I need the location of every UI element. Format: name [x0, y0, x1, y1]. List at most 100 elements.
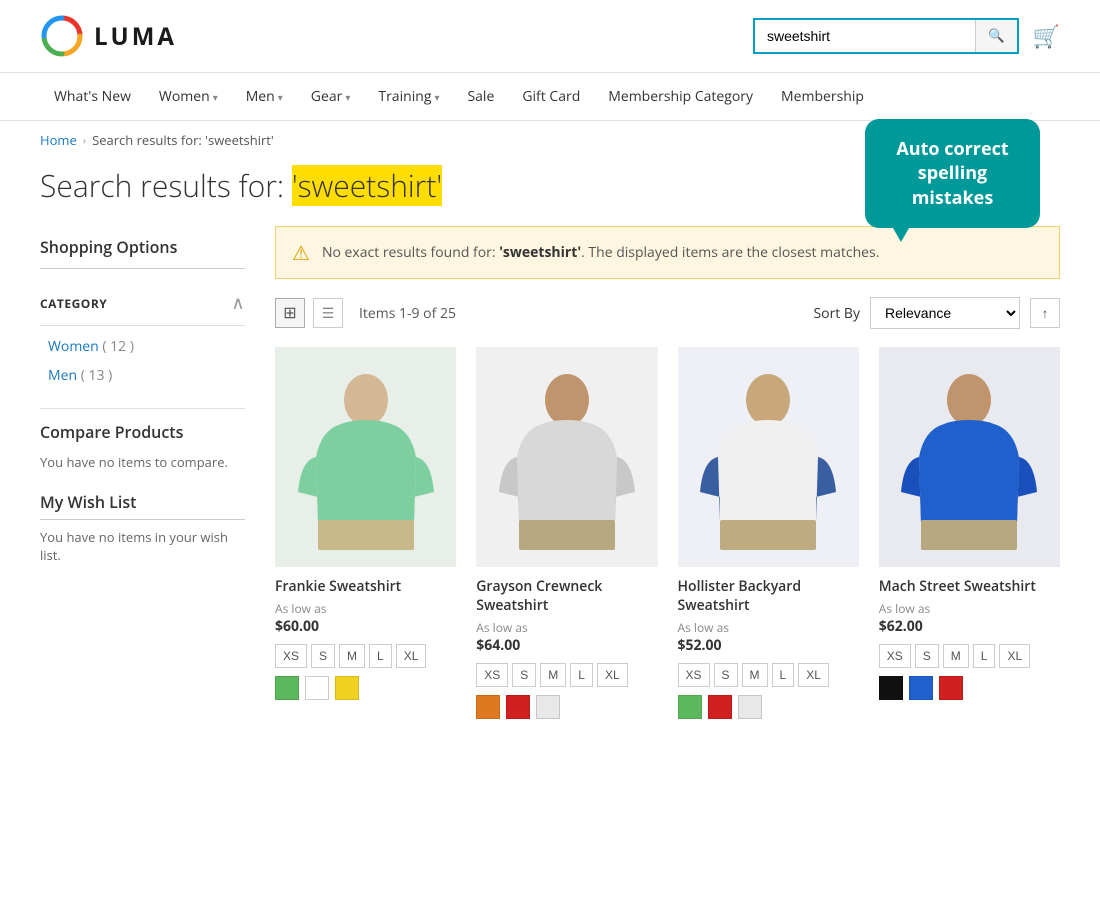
- category-women-name: Women: [48, 337, 99, 356]
- size-xl[interactable]: XL: [798, 663, 829, 687]
- search-input[interactable]: [755, 20, 975, 52]
- product-image[interactable]: [879, 347, 1060, 567]
- nav-item-whats-new[interactable]: What's New: [40, 73, 145, 120]
- product-image[interactable]: [678, 347, 859, 567]
- page-title-highlight: 'sweetshirt': [292, 165, 442, 206]
- color-swatch-lightgray[interactable]: [738, 695, 762, 719]
- sort-direction-button[interactable]: ↑: [1030, 298, 1060, 328]
- chevron-down-icon: ▾: [278, 90, 283, 104]
- size-l[interactable]: L: [973, 644, 996, 668]
- size-xl[interactable]: XL: [999, 644, 1030, 668]
- size-xs[interactable]: XS: [678, 663, 710, 687]
- collapse-icon: ∧: [231, 291, 245, 315]
- page-title-area: Search results for: 'sweetshirt' Auto co…: [0, 159, 1100, 226]
- category-option-men[interactable]: Men ( 13 ): [40, 361, 245, 390]
- nav-bar: What's New Women ▾ Men ▾ Gear ▾ Training…: [0, 73, 1100, 121]
- color-swatch-red[interactable]: [506, 695, 530, 719]
- color-swatch-white[interactable]: [305, 676, 329, 700]
- product-image[interactable]: [275, 347, 456, 567]
- product-price-label: As low as: [678, 619, 859, 636]
- size-xs[interactable]: XS: [476, 663, 508, 687]
- category-option-women[interactable]: Women ( 12 ): [40, 332, 245, 361]
- list-view-button[interactable]: ☰: [313, 298, 343, 328]
- product-name[interactable]: Mach Street Sweatshirt: [879, 577, 1060, 596]
- size-m[interactable]: M: [540, 663, 566, 687]
- size-l[interactable]: L: [570, 663, 593, 687]
- product-colors: [275, 676, 456, 700]
- breadcrumb-home[interactable]: Home: [40, 131, 77, 149]
- nav-item-membership-category[interactable]: Membership Category: [594, 73, 767, 120]
- chevron-down-icon: ▾: [213, 90, 218, 104]
- color-swatch-red[interactable]: [708, 695, 732, 719]
- sidebar: Shopping Options CATEGORY ∧ Women ( 12 )…: [40, 226, 245, 719]
- product-card: Mach Street Sweatshirt As low as $62.00 …: [879, 347, 1060, 719]
- color-swatch-black[interactable]: [879, 676, 903, 700]
- wishlist-text: You have no items in your wish list.: [40, 528, 245, 564]
- color-swatch-green[interactable]: [275, 676, 299, 700]
- size-m[interactable]: M: [943, 644, 969, 668]
- product-price-label: As low as: [879, 600, 1060, 617]
- product-name[interactable]: Grayson Crewneck Sweatshirt: [476, 577, 657, 615]
- product-card: Grayson Crewneck Sweatshirt As low as $6…: [476, 347, 657, 719]
- nav-item-training[interactable]: Training ▾: [364, 73, 453, 120]
- page-title-before: Search results for:: [40, 165, 292, 206]
- size-s[interactable]: S: [714, 663, 738, 687]
- size-xl[interactable]: XL: [396, 644, 427, 668]
- logo-text: LUMA: [94, 20, 177, 53]
- cart-icon[interactable]: 🛒: [1033, 21, 1060, 51]
- category-men-name: Men: [48, 366, 77, 385]
- speech-bubble-text: Auto correct spelling mistakes: [896, 137, 1008, 210]
- shopping-options-title: Shopping Options: [40, 226, 245, 269]
- nav-item-membership[interactable]: Membership: [767, 73, 878, 120]
- product-price-label: As low as: [476, 619, 657, 636]
- color-swatch-lightgray[interactable]: [536, 695, 560, 719]
- main-layout: Shopping Options CATEGORY ∧ Women ( 12 )…: [0, 226, 1100, 759]
- grid-view-button[interactable]: ⊞: [275, 298, 305, 328]
- color-swatch-yellow[interactable]: [335, 676, 359, 700]
- color-swatch-green[interactable]: [678, 695, 702, 719]
- toolbar-right: Sort By Relevance Price Product Name Pos…: [813, 297, 1060, 329]
- size-l[interactable]: L: [772, 663, 795, 687]
- toolbar-left: ⊞ ☰ Items 1-9 of 25: [275, 298, 456, 328]
- size-xl[interactable]: XL: [597, 663, 628, 687]
- speech-bubble: Auto correct spelling mistakes: [865, 119, 1040, 228]
- product-colors: [476, 695, 657, 719]
- items-count: Items 1-9 of 25: [359, 304, 456, 323]
- search-button[interactable]: 🔍: [975, 20, 1017, 52]
- category-options: Women ( 12 ) Men ( 13 ): [40, 326, 245, 396]
- compare-title: Compare Products: [40, 421, 245, 449]
- nav-item-men[interactable]: Men ▾: [232, 73, 297, 120]
- size-m[interactable]: M: [339, 644, 365, 668]
- wishlist-section: My Wish List You have no items in your w…: [40, 491, 245, 564]
- product-sizes: XS S M L XL: [275, 644, 456, 668]
- color-swatch-orange[interactable]: [476, 695, 500, 719]
- size-s[interactable]: S: [512, 663, 536, 687]
- product-name[interactable]: Hollister Backyard Sweatshirt: [678, 577, 859, 615]
- product-card: Hollister Backyard Sweatshirt As low as …: [678, 347, 859, 719]
- sidebar-divider: [40, 408, 245, 409]
- size-l[interactable]: L: [369, 644, 392, 668]
- product-colors: [879, 676, 1060, 700]
- color-swatch-blue[interactable]: [909, 676, 933, 700]
- category-filter-header[interactable]: CATEGORY ∧: [40, 281, 245, 326]
- size-m[interactable]: M: [742, 663, 768, 687]
- product-image[interactable]: [476, 347, 657, 567]
- nav-item-gear[interactable]: Gear ▾: [297, 73, 365, 120]
- product-price: $60.00: [275, 617, 456, 636]
- product-colors: [678, 695, 859, 719]
- size-s[interactable]: S: [311, 644, 335, 668]
- products-grid: Frankie Sweatshirt As low as $60.00 XS S…: [275, 347, 1060, 719]
- category-women-count: ( 12 ): [102, 337, 134, 356]
- size-xs[interactable]: XS: [275, 644, 307, 668]
- nav-item-women[interactable]: Women ▾: [145, 73, 232, 120]
- product-name[interactable]: Frankie Sweatshirt: [275, 577, 456, 596]
- color-swatch-red[interactable]: [939, 676, 963, 700]
- nav-item-sale[interactable]: Sale: [453, 73, 508, 120]
- product-sizes: XS S M L XL: [476, 663, 657, 687]
- sort-select[interactable]: Relevance Price Product Name Position: [870, 297, 1020, 329]
- size-s[interactable]: S: [915, 644, 939, 668]
- product-price: $64.00: [476, 636, 657, 655]
- nav-item-gift-card[interactable]: Gift Card: [508, 73, 594, 120]
- toolbar: ⊞ ☰ Items 1-9 of 25 Sort By Relevance Pr…: [275, 297, 1060, 329]
- size-xs[interactable]: XS: [879, 644, 911, 668]
